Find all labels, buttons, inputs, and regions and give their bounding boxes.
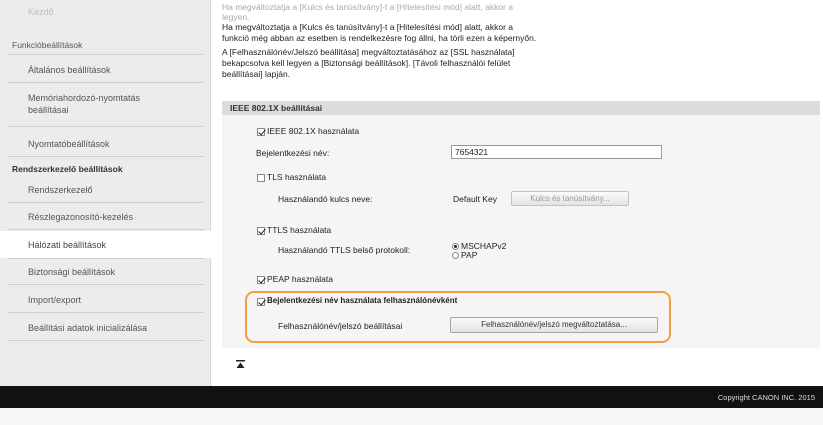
ttls-protocol-label: Használandó TTLS belső protokoll: [278, 245, 411, 255]
sidebar-divider [8, 82, 204, 83]
sidebar-divider [8, 156, 204, 157]
user-pass-label: Felhasználónév/jelszó beállításai [278, 321, 403, 331]
sidebar-group-function-settings: Funkcióbeállítások [12, 40, 83, 50]
use-peap-label: PEAP használata [267, 274, 333, 284]
login-name-input[interactable]: 7654321 [451, 145, 662, 159]
sidebar-item-general[interactable]: Általános beállítások [0, 64, 210, 76]
bottom-bar [0, 408, 823, 425]
sidebar-item-system-manager[interactable]: Rendszerkezelő [0, 184, 210, 196]
sidebar-divider [8, 258, 204, 259]
footer [0, 386, 823, 408]
use-ttls-label: TTLS használata [267, 225, 332, 235]
use-peap-checkbox[interactable] [257, 276, 265, 284]
info-line-4: bekapcsolva kell legyen a [Biztonsági be… [222, 58, 511, 68]
info-line-2: funkció még abban az esetben is rendelke… [222, 33, 537, 43]
info-line-5: beállításai] lapján. [222, 69, 291, 79]
tls-key-value: Default Key [453, 194, 497, 204]
sidebar-item-top[interactable]: Kezdő [0, 6, 210, 18]
use-tls-label: TLS használata [267, 172, 327, 182]
ttls-mschapv2-radio[interactable] [452, 243, 459, 250]
sidebar-item-initialize[interactable]: Beállítási adatok inicializálása [0, 322, 210, 334]
sidebar-divider [8, 126, 204, 127]
copyright-text: Copyright CANON INC. 2015 [717, 393, 815, 402]
use-login-as-user-checkbox[interactable] [257, 298, 265, 306]
sidebar-divider [8, 284, 204, 285]
use-ttls-checkbox[interactable] [257, 227, 265, 235]
info-faded-line-1: Ha megváltoztatja a [Kulcs és tanúsítván… [222, 2, 514, 12]
sidebar-divider [8, 312, 204, 313]
sidebar: Kezdő Funkcióbeállítások Általános beáll… [0, 0, 211, 386]
change-user-pass-button[interactable]: Felhasználónév/jelszó megváltoztatása... [450, 317, 658, 333]
sidebar-item-printer[interactable]: Nyomtatóbeállítások [0, 138, 210, 150]
sidebar-item-import-export[interactable]: Import/export [0, 294, 210, 306]
use-ieee-label: IEEE 802.1X használata [267, 126, 360, 136]
info-line-3: A [Felhasználónév/Jelszó beállítása] meg… [222, 47, 515, 57]
sidebar-divider [8, 202, 204, 203]
sidebar-item-security[interactable]: Biztonsági beállítások [0, 266, 210, 278]
use-tls-checkbox[interactable] [257, 174, 265, 182]
tls-key-label: Használandó kulcs neve: [278, 194, 373, 204]
sidebar-divider [8, 54, 204, 55]
sidebar-divider [8, 340, 204, 341]
section-header: IEEE 802.1X beállításai [222, 101, 820, 115]
info-line-1: Ha megváltoztatja a [Kulcs és tanúsítván… [222, 22, 514, 32]
sidebar-item-memory-print[interactable]: Memóriahordozó-nyomtatás beállításai [0, 92, 210, 116]
sidebar-group-system-management: Rendszerkezelő beállítások [12, 164, 123, 174]
use-login-as-user-label: Bejelentkezési név használata felhasznál… [267, 296, 458, 305]
sidebar-item-department-id[interactable]: Részlegazonosító-kezelés [0, 211, 210, 223]
use-ieee-checkbox[interactable] [257, 128, 265, 136]
sidebar-divider [8, 229, 204, 230]
ttls-pap-label: PAP [461, 250, 478, 260]
back-to-top-icon[interactable] [236, 360, 245, 369]
ttls-pap-radio[interactable] [452, 252, 459, 259]
login-name-label: Bejelentkezési név: [256, 148, 330, 158]
tls-key-cert-button[interactable]: Kulcs és tanúsítvány... [511, 191, 629, 206]
sidebar-item-network[interactable]: Hálózati beállítások [0, 239, 210, 251]
